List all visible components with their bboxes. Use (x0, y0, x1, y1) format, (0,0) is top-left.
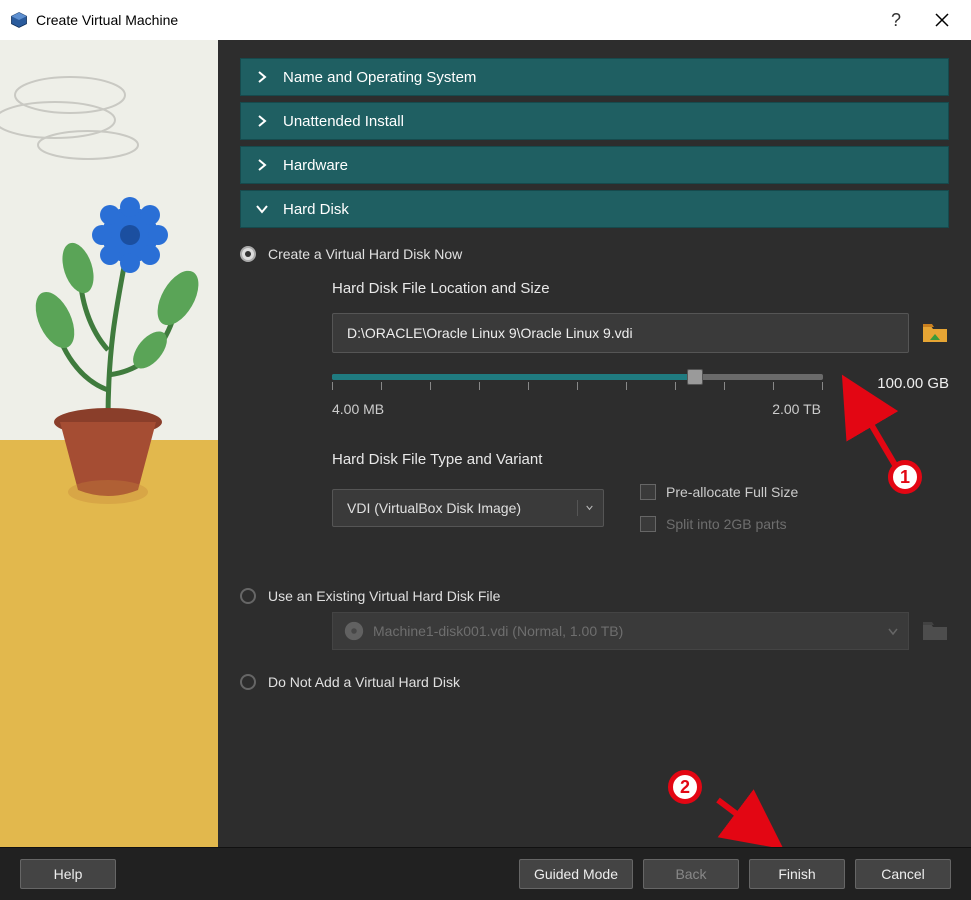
annotation-badge-2: 2 (668, 770, 702, 804)
accordion-hardware[interactable]: Hardware (240, 146, 949, 184)
browse-folder-icon[interactable] (921, 320, 949, 347)
existing-disk-select: Machine1-disk001.vdi (Normal, 1.00 TB) (332, 612, 909, 650)
disk-type-select[interactable]: VDI (VirtualBox Disk Image) (332, 489, 604, 527)
guided-mode-button[interactable]: Guided Mode (519, 859, 633, 889)
accordion-label: Name and Operating System (283, 69, 476, 86)
checkbox-label: Split into 2GB parts (666, 516, 787, 532)
sidebar-illustration (0, 40, 218, 847)
select-value: VDI (VirtualBox Disk Image) (347, 500, 521, 516)
bottom-bar: Help Guided Mode Back Finish Cancel (0, 847, 971, 900)
select-value: Machine1-disk001.vdi (Normal, 1.00 TB) (373, 623, 623, 639)
location-size-header: Hard Disk File Location and Size (332, 280, 949, 297)
accordion-name-os[interactable]: Name and Operating System (240, 58, 949, 96)
radio-icon (240, 674, 256, 690)
help-button[interactable]: Help (20, 859, 116, 889)
checkbox-label: Pre-allocate Full Size (666, 484, 798, 500)
accordion-label: Hard Disk (283, 201, 349, 218)
close-icon[interactable] (919, 0, 965, 40)
chevron-down-icon (255, 202, 269, 216)
disk-path-input[interactable]: D:\ORACLE\Oracle Linux 9\Oracle Linux 9.… (332, 313, 909, 353)
accordion-unattended[interactable]: Unattended Install (240, 102, 949, 140)
checkbox-icon (640, 516, 656, 532)
disk-icon (343, 620, 365, 642)
help-icon[interactable]: ? (873, 0, 919, 40)
split-checkbox: Split into 2GB parts (640, 516, 798, 532)
checkbox-icon (640, 484, 656, 500)
radio-label: Create a Virtual Hard Disk Now (268, 246, 462, 262)
radio-label: Do Not Add a Virtual Hard Disk (268, 674, 460, 690)
window-title: Create Virtual Machine (36, 12, 178, 28)
accordion-hard-disk[interactable]: Hard Disk (240, 190, 949, 228)
chevron-down-icon (888, 623, 898, 639)
cancel-button[interactable]: Cancel (855, 859, 951, 889)
type-variant-header: Hard Disk File Type and Variant (332, 451, 949, 468)
radio-no-disk[interactable]: Do Not Add a Virtual Hard Disk (240, 674, 949, 690)
finish-button[interactable]: Finish (749, 859, 845, 889)
browse-folder-icon (921, 618, 949, 645)
back-button: Back (643, 859, 739, 889)
chevron-right-icon (255, 70, 269, 84)
radio-label: Use an Existing Virtual Hard Disk File (268, 588, 500, 604)
radio-create-hard-disk[interactable]: Create a Virtual Hard Disk Now (240, 246, 949, 262)
title-bar: Create Virtual Machine ? (0, 0, 971, 40)
preallocate-checkbox[interactable]: Pre-allocate Full Size (640, 484, 798, 500)
radio-icon (240, 588, 256, 604)
chevron-right-icon (255, 158, 269, 172)
disk-size-readout: 100.00 GB (839, 375, 949, 392)
virtualbox-icon (10, 11, 28, 29)
slider-min-label: 4.00 MB (332, 401, 384, 417)
radio-use-existing[interactable]: Use an Existing Virtual Hard Disk File (240, 588, 949, 604)
chevron-right-icon (255, 114, 269, 128)
main-panel: Name and Operating System Unattended Ins… (218, 40, 971, 847)
accordion-label: Unattended Install (283, 113, 404, 130)
accordion-label: Hardware (283, 157, 348, 174)
chevron-down-icon (577, 500, 593, 516)
disk-size-slider[interactable] (332, 369, 823, 397)
radio-icon (240, 246, 256, 262)
slider-max-label: 2.00 TB (772, 401, 821, 417)
